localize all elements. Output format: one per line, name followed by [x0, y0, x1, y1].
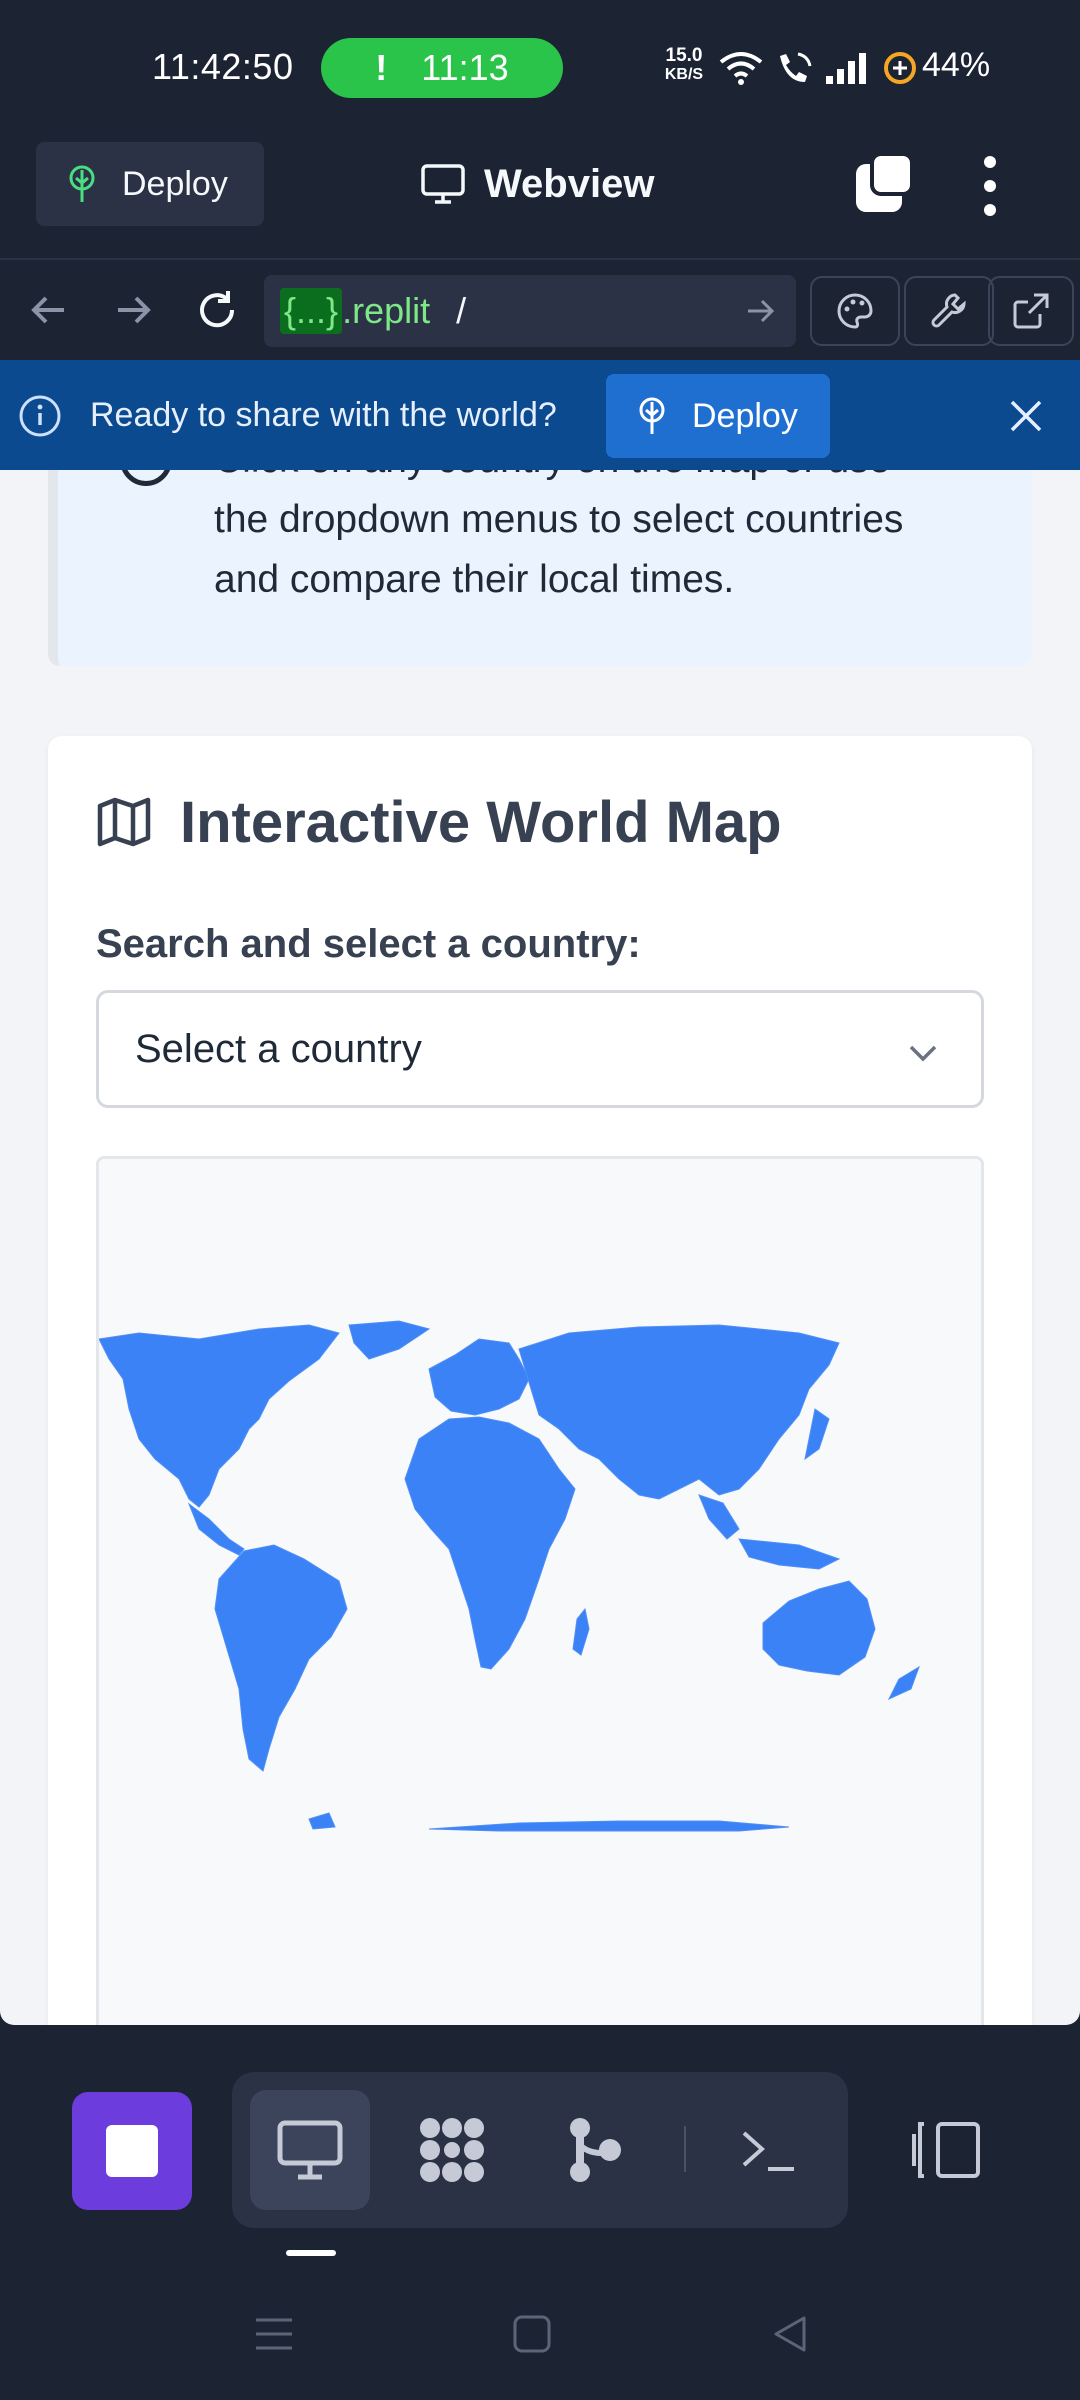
country-region-antarctica — [428, 1820, 790, 1832]
monitor-icon — [277, 2120, 343, 2180]
kebab-menu-icon[interactable] — [970, 154, 1010, 218]
arrow-right-icon[interactable] — [108, 285, 158, 335]
terminal-icon — [742, 2131, 794, 2171]
deploy-tree-icon — [69, 165, 95, 202]
map-title-text: Interactive World Map — [180, 789, 782, 855]
network-speed-value: 15.0 — [665, 45, 703, 66]
recents-menu-icon[interactable] — [252, 2312, 296, 2356]
network-speed-unit: KB/S — [664, 66, 704, 83]
wifi-icon — [719, 52, 763, 85]
status-icons — [718, 48, 918, 88]
instructions-line: the dropdown menus to select countries — [214, 498, 904, 541]
world-map-card: Interactive World Map Search and select … — [48, 736, 1032, 2025]
country-region-australia — [762, 1580, 876, 1676]
info-icon — [120, 470, 172, 486]
call-alert-icon: ! — [375, 47, 388, 88]
country-region-indonesia — [738, 1538, 841, 1570]
pane-divider — [684, 2126, 686, 2172]
deploy-button[interactable]: Deploy — [36, 142, 264, 226]
battery-saver-icon — [884, 52, 916, 84]
home-icon[interactable] — [510, 2312, 554, 2356]
close-icon[interactable] — [1006, 396, 1046, 436]
instructions-card: Click on any country on the map or use t… — [48, 470, 1032, 666]
instructions-line: and compare their local times. — [214, 558, 735, 601]
monitor-icon — [421, 164, 465, 204]
url-path: / — [456, 290, 467, 331]
git-pane-button[interactable] — [534, 2090, 654, 2210]
webview-title-label: Webview — [484, 161, 655, 206]
call-timer: 11:13 — [421, 47, 509, 88]
active-pane-indicator — [286, 2250, 336, 2256]
wifi-calling-icon — [780, 52, 812, 82]
status-time: 11:42:50 — [152, 46, 294, 87]
country-region-south-america — [214, 1544, 348, 1772]
map-card-title: Interactive World Map — [96, 790, 782, 855]
webview-pane-button[interactable] — [250, 2090, 370, 2210]
external-link-icon — [1013, 293, 1049, 329]
network-speed: 15.0 KB/S — [658, 46, 710, 84]
stop-icon — [106, 2125, 158, 2177]
ongoing-call-pill[interactable]: ! 11:13 — [321, 38, 563, 98]
country-region-north-america — [99, 1324, 340, 1508]
banner-deploy-button[interactable]: Deploy — [606, 374, 830, 458]
country-region-greenland — [348, 1320, 431, 1360]
arrow-left-icon[interactable] — [24, 285, 74, 335]
url-bar[interactable]: {...} .replit / — [264, 275, 796, 347]
url-host: {...} — [280, 288, 343, 334]
country-select-value: Select a country — [135, 1026, 422, 1071]
country-region-europe — [428, 1338, 530, 1416]
info-icon — [19, 395, 61, 437]
packages-icon — [420, 2118, 484, 2182]
banner-deploy-label: Deploy — [692, 396, 798, 435]
country-region-africa — [404, 1416, 576, 1670]
instructions-text: Click on any country on the map or use t… — [214, 470, 1014, 610]
webview-title: Webview — [420, 156, 654, 212]
deploy-button-label: Deploy — [122, 164, 228, 203]
palette-button[interactable] — [810, 276, 900, 346]
country-search-label: Search and select a country: — [96, 922, 641, 966]
country-region-southeast-asia — [698, 1494, 740, 1540]
layout-icon[interactable] — [910, 2118, 982, 2182]
url-domain: .replit — [342, 290, 431, 331]
devtools-button[interactable] — [904, 276, 994, 346]
deploy-tree-icon — [639, 397, 665, 434]
pane-switcher — [232, 2072, 848, 2228]
map-icon — [97, 797, 151, 847]
country-region-asia — [518, 1324, 840, 1500]
banner-message: Ready to share with the world? — [90, 396, 557, 434]
status-bar: 11:42:50 ! 11:13 15.0 KB/S 44% — [0, 0, 1080, 135]
country-region-japan — [804, 1408, 830, 1461]
world-map[interactable] — [99, 1319, 984, 1839]
packages-pane-button[interactable] — [392, 2090, 512, 2210]
signal-icon — [826, 53, 866, 84]
palette-icon — [837, 293, 873, 329]
chevron-down-icon — [909, 1045, 937, 1062]
tabs-icon[interactable] — [852, 152, 916, 216]
country-region-madagascar — [572, 1607, 590, 1656]
country-select[interactable]: Select a country — [96, 990, 984, 1108]
stop-button[interactable] — [72, 2092, 192, 2210]
open-external-button[interactable] — [988, 276, 1074, 346]
shell-pane-button[interactable] — [708, 2090, 828, 2210]
country-region-islands — [308, 1812, 336, 1830]
battery-percent: 44% — [922, 46, 991, 84]
wrench-icon — [931, 293, 966, 328]
back-icon[interactable] — [768, 2312, 812, 2356]
reload-icon[interactable] — [192, 285, 242, 335]
git-icon — [570, 2118, 621, 2182]
country-region-central-america — [187, 1502, 245, 1556]
webview-content: Click on any country on the map or use t… — [0, 470, 1080, 2025]
url-go-icon[interactable] — [744, 295, 776, 327]
world-map-container[interactable] — [96, 1156, 984, 2025]
country-region-new-zealand — [887, 1665, 920, 1701]
instructions-line: Click on any country on the map or use — [214, 470, 1014, 490]
